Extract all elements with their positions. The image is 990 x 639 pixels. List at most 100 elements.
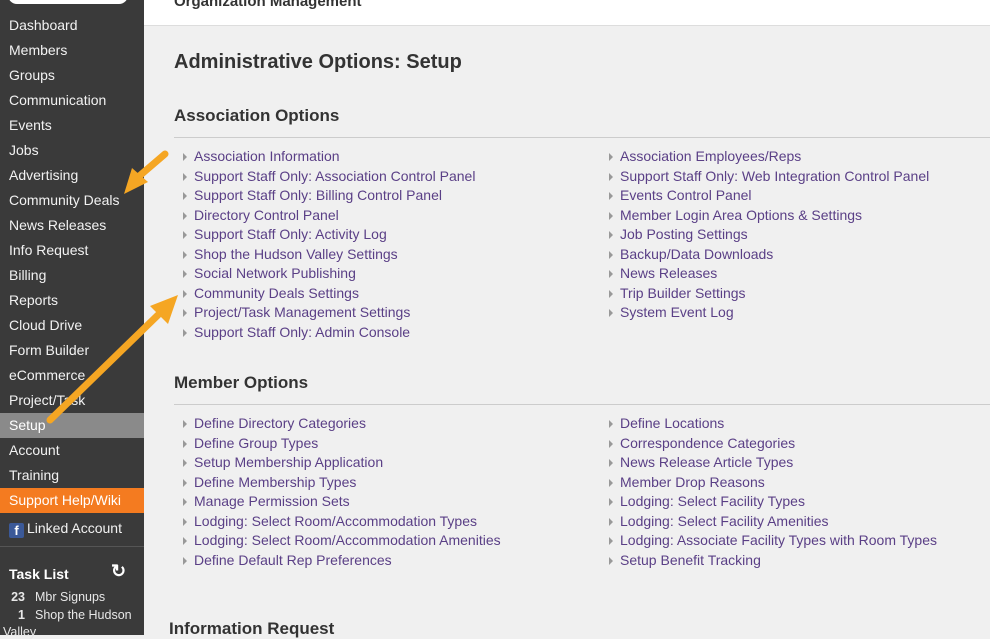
caret-right-icon xyxy=(609,478,613,487)
option-link[interactable]: Lodging: Select Facility Types xyxy=(609,493,805,509)
sidebar-item-events[interactable]: Events xyxy=(0,113,144,138)
option-link-label: Setup Benefit Tracking xyxy=(620,551,761,568)
option-link[interactable]: Support Staff Only: Admin Console xyxy=(183,324,410,340)
caret-right-icon xyxy=(183,289,187,298)
option-link[interactable]: Association Employees/Reps xyxy=(609,148,801,164)
option-link[interactable]: Support Staff Only: Association Control … xyxy=(183,168,475,184)
sidebar-item-training[interactable]: Training xyxy=(0,463,144,488)
task-item[interactable]: 23 Mbr Signups xyxy=(0,590,144,608)
caret-right-icon xyxy=(183,459,187,467)
option-link[interactable]: Lodging: Select Facility Amenities xyxy=(609,513,829,529)
option-link-label: Lodging: Associate Facility Types with R… xyxy=(620,532,937,548)
sidebar-item-label: Jobs xyxy=(9,142,39,158)
sidebar-item-reports[interactable]: Reports xyxy=(0,288,144,313)
sidebar-item-cloud-drive[interactable]: Cloud Drive xyxy=(0,313,144,338)
option-link[interactable]: Define Directory Categories xyxy=(183,415,366,431)
option-link[interactable]: Backup/Data Downloads xyxy=(609,246,773,262)
sidebar-item-linked-account[interactable]: f Linked Account xyxy=(0,516,144,541)
sidebar-item-members[interactable]: Members xyxy=(0,38,144,63)
option-link[interactable]: Setup Membership Application xyxy=(183,454,383,470)
sidebar-item-label: Project/Task xyxy=(9,392,86,408)
option-link-label: Setup Membership Application xyxy=(194,454,384,470)
option-link[interactable]: Define Membership Types xyxy=(183,474,356,490)
option-link-label: Define Group Types xyxy=(194,434,319,451)
sidebar-item-jobs[interactable]: Jobs xyxy=(0,138,144,163)
option-link[interactable]: Lodging: Select Room/Accommodation Ameni… xyxy=(183,532,501,548)
option-link-label: Association Information xyxy=(194,148,340,164)
task-list-title: Task List xyxy=(9,566,69,582)
option-link-label: Member Drop Reasons xyxy=(620,473,765,490)
sidebar-item-label: Form Builder xyxy=(9,342,90,358)
sidebar-item-news-releases[interactable]: News Releases xyxy=(0,213,144,238)
sidebar-item-info-request[interactable]: Info Request xyxy=(0,238,144,263)
sidebar-item-label: Members xyxy=(9,42,68,58)
option-link[interactable]: Lodging: Select Room/Accommodation Types xyxy=(183,513,477,529)
sidebar-item-account[interactable]: Account xyxy=(0,438,144,463)
caret-right-icon xyxy=(609,250,613,259)
option-link[interactable]: Define Group Types xyxy=(183,435,318,451)
option-link[interactable]: Support Staff Only: Activity Log xyxy=(183,226,387,242)
sidebar-item-support-help[interactable]: Support Help/Wiki xyxy=(0,488,144,513)
caret-right-icon xyxy=(609,211,613,220)
sidebar-item-communication[interactable]: Communication xyxy=(0,88,144,113)
sidebar-item-form-builder[interactable]: Form Builder xyxy=(0,338,144,363)
option-link-label: Manage Permission Sets xyxy=(194,493,350,509)
top-bar: Organization Management xyxy=(144,0,990,26)
sidebar-item-setup[interactable]: Setup xyxy=(0,413,144,438)
sidebar-item-advertising[interactable]: Advertising xyxy=(0,163,144,188)
option-link[interactable]: Manage Permission Sets xyxy=(183,493,350,509)
option-link[interactable]: Setup Benefit Tracking xyxy=(609,552,761,568)
option-link[interactable]: Define Locations xyxy=(609,415,724,431)
caret-right-icon xyxy=(183,517,187,526)
sidebar-item-ecommerce[interactable]: eCommerce xyxy=(0,363,144,388)
option-link[interactable]: Association Information xyxy=(183,148,340,164)
option-link-label: Define Directory Categories xyxy=(194,415,366,431)
option-link[interactable]: News Releases xyxy=(609,265,717,281)
task-label: Mbr Signups xyxy=(35,590,106,604)
section-title-information-request: Information Request xyxy=(169,619,335,638)
caret-right-icon xyxy=(183,231,187,239)
sidebar-item-label: Support Help/Wiki xyxy=(9,492,122,508)
option-link[interactable]: Social Network Publishing xyxy=(183,265,356,281)
sidebar-item-groups[interactable]: Groups xyxy=(0,63,144,88)
option-link[interactable]: Member Login Area Options & Settings xyxy=(609,207,862,223)
caret-right-icon xyxy=(609,459,613,467)
option-link[interactable]: System Event Log xyxy=(609,304,734,320)
sidebar-item-billing[interactable]: Billing xyxy=(0,263,144,288)
option-link[interactable]: Support Staff Only: Billing Control Pane… xyxy=(183,187,442,203)
sidebar-item-community-deals[interactable]: Community Deals xyxy=(0,188,144,213)
sidebar-item-label: Billing xyxy=(9,267,47,283)
option-link-label: Association Employees/Reps xyxy=(620,148,802,164)
option-link[interactable]: Correspondence Categories xyxy=(609,435,795,451)
option-link[interactable]: Job Posting Settings xyxy=(609,226,748,242)
refresh-icon[interactable]: ↻ xyxy=(111,561,126,582)
option-link-label: Support Staff Only: Billing Control Pane… xyxy=(194,187,442,203)
option-link[interactable]: Shop the Hudson Valley Settings xyxy=(183,246,398,262)
caret-right-icon xyxy=(183,328,187,337)
divider xyxy=(174,404,990,405)
caret-right-icon xyxy=(609,309,613,317)
option-link[interactable]: Events Control Panel xyxy=(609,187,752,203)
caret-right-icon xyxy=(183,172,187,181)
section-title-association: Association Options xyxy=(174,106,340,125)
option-link[interactable]: Define Default Rep Preferences xyxy=(183,552,392,568)
section-title-member: Member Options xyxy=(174,373,309,392)
task-item[interactable]: 1 Shop the Hudson xyxy=(0,608,144,626)
option-link[interactable]: Lodging: Associate Facility Types with R… xyxy=(609,532,937,548)
option-link[interactable]: Member Drop Reasons xyxy=(609,474,765,490)
option-link-label: Social Network Publishing xyxy=(194,265,356,281)
page-title: Administrative Options: Setup xyxy=(174,51,462,73)
option-link[interactable]: Community Deals Settings xyxy=(183,285,359,301)
caret-right-icon xyxy=(183,309,187,317)
caret-right-icon xyxy=(609,270,613,278)
option-link[interactable]: News Release Article Types xyxy=(609,454,793,470)
sidebar-item-dashboard[interactable]: Dashboard xyxy=(0,13,144,38)
sidebar-item-project-task[interactable]: Project/Task xyxy=(0,388,144,413)
option-link[interactable]: Directory Control Panel xyxy=(183,207,339,223)
option-link[interactable]: Support Staff Only: Web Integration Cont… xyxy=(609,168,929,184)
search-input[interactable] xyxy=(8,0,128,4)
option-link[interactable]: Project/Task Management Settings xyxy=(183,304,410,320)
caret-right-icon xyxy=(609,537,613,545)
option-link[interactable]: Trip Builder Settings xyxy=(609,285,746,301)
caret-right-icon xyxy=(609,231,613,239)
